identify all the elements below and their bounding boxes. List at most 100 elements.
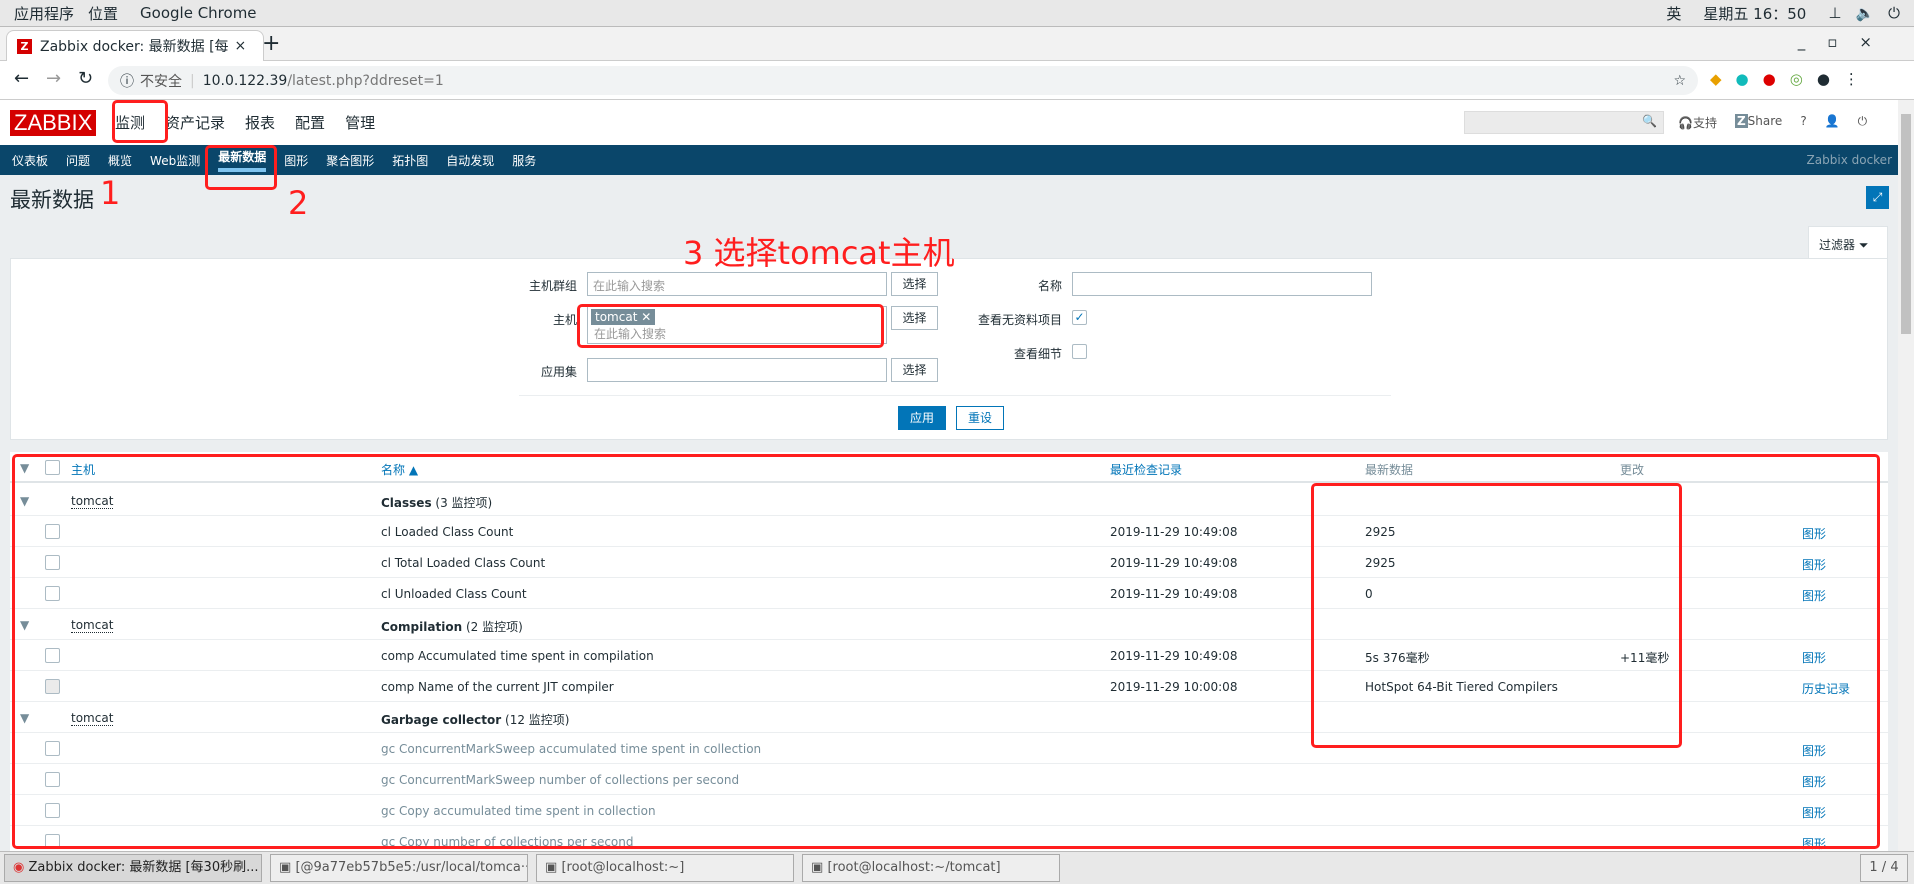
filter-icon: ⏷ [1858, 238, 1869, 252]
show-details-label: 查看细节 [1013, 347, 1062, 361]
subnav-screens[interactable]: 聚合图形 [326, 152, 374, 169]
active-app[interactable]: Google Chrome [140, 4, 257, 22]
fullscreen-button[interactable]: ⤢ [1866, 186, 1889, 209]
extension-m-icon[interactable]: ● [1736, 70, 1749, 88]
taskbar-label: Zabbix docker: 最新数据 [每30秒刷... [28, 860, 259, 875]
volume-icon[interactable]: 🔈 [1855, 4, 1874, 22]
os-top-bar: 应用程序 位置 Google Chrome 英 星期五 16：50 ⊥ 🔈 ⏻ [0, 0, 1914, 27]
menu-administration[interactable]: 管理 [345, 112, 375, 133]
url-input[interactable]: ⓘ 不安全 | 10.0.122.39/latest.php?ddreset=1… [108, 66, 1698, 95]
info-icon[interactable]: ⓘ [120, 71, 134, 91]
global-search-input[interactable]: 🔍 [1464, 111, 1664, 134]
page-title: 最新数据 [10, 188, 94, 212]
menu-configuration[interactable]: 配置 [295, 112, 325, 133]
filter-tab-label: 过滤器 [1819, 238, 1856, 252]
help-icon[interactable]: ? [1800, 114, 1806, 131]
show-no-data-checkbox[interactable]: ✓ [1072, 310, 1087, 325]
subnav-overview[interactable]: 概览 [108, 152, 132, 169]
taskbar-label: [root@localhost:~] [561, 860, 685, 875]
close-tab-icon[interactable]: × [235, 38, 247, 54]
filter-tab[interactable]: 过滤器 ⏷ [1808, 226, 1888, 259]
host-groups-label: 主机群组 [528, 279, 577, 293]
share-label: Share [1747, 114, 1783, 128]
scrollbar-thumb[interactable] [1901, 114, 1911, 334]
clock[interactable]: 星期五 16：50 [1703, 3, 1806, 24]
subnav-services[interactable]: 服务 [512, 152, 536, 169]
ime-indicator[interactable]: 英 [1666, 3, 1681, 24]
browser-tab-bar: Z Zabbix docker: 最新数据 [每 × + _▫× [0, 27, 1914, 61]
menu-reports[interactable]: 报表 [245, 112, 275, 133]
application-select-button[interactable]: 选择 [891, 358, 938, 382]
annotation-box-host [577, 304, 884, 348]
terminal-icon: ▣ [545, 860, 558, 875]
extension-green-icon[interactable]: ◎ [1790, 70, 1803, 88]
window-controls[interactable]: _▫× [1798, 33, 1894, 51]
extension-red-icon[interactable]: ● [1763, 70, 1776, 88]
annotation-2: 2 [288, 184, 309, 222]
subnav-web[interactable]: Web监测 [150, 152, 200, 169]
host-groups-select-button[interactable]: 选择 [891, 272, 938, 296]
taskbar-item-terminal-2[interactable]: ▣ [root@localhost:~] [536, 854, 794, 882]
menu-inventory[interactable]: 资产记录 [165, 112, 225, 133]
taskbar-label: [root@localhost:~/tomcat] [827, 860, 1001, 875]
terminal-icon: ▣ [279, 860, 292, 875]
support-label: 支持 [1692, 116, 1717, 130]
workspace-switcher[interactable]: 1 / 4 [1860, 854, 1908, 882]
subnav-discovery[interactable]: 自动发现 [446, 152, 494, 169]
sub-navigation: 仪表板 问题 概览 Web监测 最新数据 图形 聚合图形 拓扑图 自动发现 服务… [0, 145, 1898, 175]
search-icon[interactable]: 🔍 [1642, 114, 1657, 128]
filter-divider [519, 395, 1391, 396]
name-input[interactable] [1072, 272, 1372, 296]
show-details-checkbox[interactable] [1072, 344, 1087, 359]
annotation-box-monitoring [112, 100, 168, 143]
share-link[interactable]: Z Share [1734, 114, 1783, 131]
zabbix-favicon-icon: Z [17, 38, 32, 54]
new-tab-button[interactable]: + [262, 31, 280, 56]
show-no-data-label: 查看无资料项目 [977, 313, 1062, 327]
page-scrollbar[interactable] [1898, 100, 1914, 851]
browser-tab[interactable]: Z Zabbix docker: 最新数据 [每 × [6, 30, 264, 61]
taskbar-item-chrome[interactable]: ◉ Zabbix docker: 最新数据 [每30秒刷... [4, 854, 262, 882]
sign-out-icon[interactable]: ⏻ [1858, 114, 1868, 131]
subnav-graphs[interactable]: 图形 [284, 152, 308, 169]
places-menu[interactable]: 位置 [88, 3, 118, 24]
chrome-menu-icon[interactable]: ⋮ [1844, 70, 1859, 88]
taskbar-item-terminal-1[interactable]: ▣ [@9a77eb57b5e5:/usr/local/tomca··· [270, 854, 528, 882]
power-icon[interactable]: ⏻ [1888, 4, 1900, 22]
name-label: 名称 [1037, 279, 1062, 293]
network-icon[interactable]: ⊥ [1828, 4, 1841, 22]
chrome-icon: ◉ [13, 860, 25, 875]
user-profile-icon[interactable]: 👤 [1825, 114, 1840, 131]
subnav-dashboard[interactable]: 仪表板 [12, 152, 48, 169]
url-host: 10.0.122.39 [202, 72, 288, 89]
server-name: Zabbix docker [1806, 153, 1892, 167]
taskbar-item-terminal-3[interactable]: ▣ [root@localhost:~/tomcat] [802, 854, 1060, 882]
back-icon[interactable]: ← [14, 68, 29, 89]
url-path: /latest.php?ddreset=1 [287, 72, 444, 89]
tab-title: Zabbix docker: 最新数据 [每 [40, 39, 229, 55]
terminal-icon: ▣ [811, 860, 824, 875]
reload-icon[interactable]: ↻ [78, 68, 93, 89]
application-label: 应用集 [540, 365, 577, 379]
subnav-maps[interactable]: 拓扑图 [392, 152, 428, 169]
host-label: 主机 [552, 313, 577, 327]
security-warning[interactable]: 不安全 [140, 71, 182, 91]
apply-button[interactable]: 应用 [898, 406, 946, 430]
apps-menu[interactable]: 应用程序 [14, 3, 74, 24]
extension-icon[interactable]: ◆ [1710, 70, 1722, 88]
zabbix-logo[interactable]: ZABBIX [10, 110, 97, 136]
annotation-box-values [1311, 483, 1682, 748]
subnav-problems[interactable]: 问题 [66, 152, 90, 169]
taskbar: ◉ Zabbix docker: 最新数据 [每30秒刷... ▣ [@9a77… [0, 851, 1914, 884]
reset-button[interactable]: 重设 [956, 406, 1004, 430]
bookmark-star-icon[interactable]: ☆ [1673, 73, 1686, 89]
zabbix-header: ZABBIX 监测 资产记录 报表 配置 管理 🔍 🎧支持 Z Share ? 👤… [0, 100, 1898, 145]
annotation-3: 3 选择tomcat主机 [683, 234, 955, 272]
host-groups-input[interactable]: 在此输入搜索 [587, 272, 887, 296]
application-input[interactable] [587, 358, 887, 382]
support-link[interactable]: 🎧支持 [1678, 114, 1717, 131]
forward-icon[interactable]: → [46, 68, 61, 89]
filter-panel: 主机群组 在此输入搜索 选择 主机 tomcat ✕ 在此输入搜索 选择 应用集… [10, 258, 1888, 440]
annotation-1: 1 [100, 174, 121, 212]
profile-icon[interactable]: ● [1817, 70, 1830, 88]
